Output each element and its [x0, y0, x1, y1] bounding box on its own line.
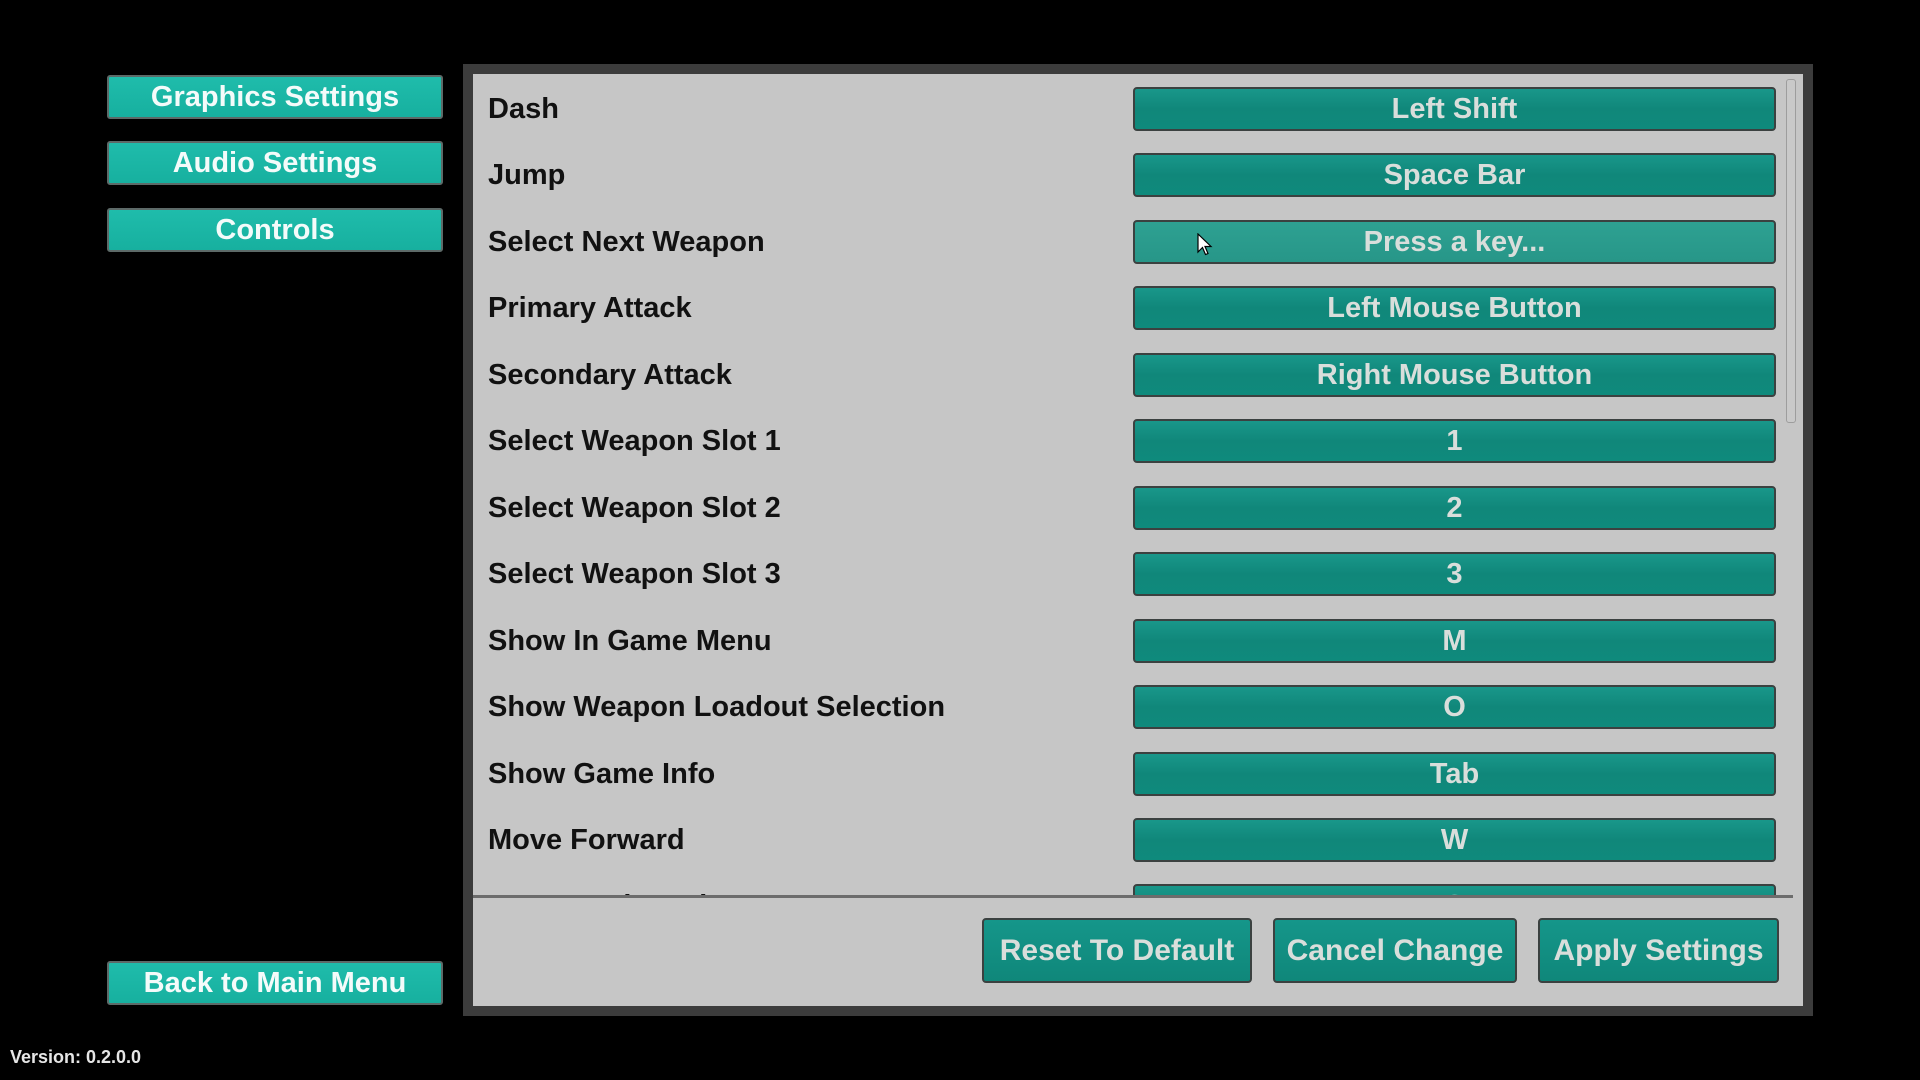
keybind-row: Move Forward W [473, 817, 1793, 862]
graphics-settings-button[interactable]: Graphics Settings [107, 75, 443, 119]
keybind-action-label: Select Weapon Slot 3 [488, 558, 781, 591]
keybind-action-label: Secondary Attack [488, 358, 732, 391]
keybind-action-label: Select Weapon Slot 1 [488, 425, 781, 458]
version-label: Version: 0.2.0.0 [10, 1047, 142, 1067]
keybind-action-label: Select Weapon Slot 2 [488, 491, 781, 524]
keybind-row: Select Weapon Slot 1 1 [473, 419, 1793, 464]
keybind-row: Select Next Weapon Press a key... [473, 219, 1793, 264]
scrollbar[interactable] [1786, 78, 1798, 892]
keybind-row: Select Weapon Slot 2 2 [473, 485, 1793, 530]
keybind-button[interactable]: Right Mouse Button [1133, 352, 1776, 397]
audio-settings-button[interactable]: Audio Settings [107, 141, 443, 185]
keybind-button[interactable]: 2 [1133, 485, 1776, 530]
keybind-row: Show Weapon Loadout Selection O [473, 685, 1793, 730]
controls-panel-inner: Dash Left Shift Jump Space Bar Select Next W… [473, 74, 1803, 1006]
keybind-row: Show In Game Menu M [473, 618, 1793, 663]
keybind-action-label: Select Next Weapon [488, 225, 765, 258]
reset-to-default-button[interactable]: Reset To Default [982, 918, 1252, 983]
keybind-button[interactable]: O [1133, 685, 1776, 730]
keybind-button[interactable]: Tab [1133, 751, 1776, 796]
keybind-action-label: Show Game Info [488, 757, 716, 790]
keybind-button[interactable]: S [1133, 884, 1776, 895]
keybind-button[interactable]: 1 [1133, 419, 1776, 464]
keybind-action-label: Show In Game Menu [488, 624, 772, 657]
back-to-main-menu-button[interactable]: Back to Main Menu [107, 961, 443, 1005]
keybind-button[interactable]: M [1133, 618, 1776, 663]
keybind-list[interactable]: Dash Left Shift Jump Space Bar Select Next W… [473, 74, 1793, 898]
keybind-row: Secondary Attack Right Mouse Button [473, 352, 1793, 397]
scrollbar-thumb[interactable] [1786, 79, 1796, 423]
keybind-action-label: Dash [488, 93, 559, 125]
apply-settings-button[interactable]: Apply Settings [1538, 918, 1779, 983]
keybind-button[interactable]: W [1133, 817, 1776, 862]
keybind-button[interactable]: Left Mouse Button [1133, 286, 1776, 331]
keybind-action-label: Jump [488, 159, 566, 192]
keybind-action-label: Primary Attack [488, 292, 692, 325]
keybind-button[interactable]: Press a key... [1133, 219, 1776, 264]
keybind-button[interactable]: Space Bar [1133, 153, 1776, 198]
cancel-change-button[interactable]: Cancel Change [1273, 918, 1517, 983]
keybind-row: Select Weapon Slot 3 3 [473, 552, 1793, 597]
keybind-row: Show Game Info Tab [473, 751, 1793, 796]
keybind-row: Dash Left Shift [473, 87, 1793, 131]
controls-panel: Dash Left Shift Jump Space Bar Select Next W… [463, 64, 1813, 1016]
keybind-button[interactable]: 3 [1133, 552, 1776, 597]
keybind-action-label: Move Forward [488, 823, 685, 856]
keybind-action-label: Show Weapon Loadout Selection [488, 691, 946, 724]
keybind-button[interactable]: Left Shift [1133, 87, 1776, 131]
keybind-row: Primary Attack Left Mouse Button [473, 286, 1793, 331]
keybind-action-label: Move Backward [488, 884, 707, 895]
keybind-row: Jump Space Bar [473, 153, 1793, 198]
controls-button[interactable]: Controls [107, 208, 443, 252]
keybind-row: Move Backward S [473, 884, 1793, 895]
